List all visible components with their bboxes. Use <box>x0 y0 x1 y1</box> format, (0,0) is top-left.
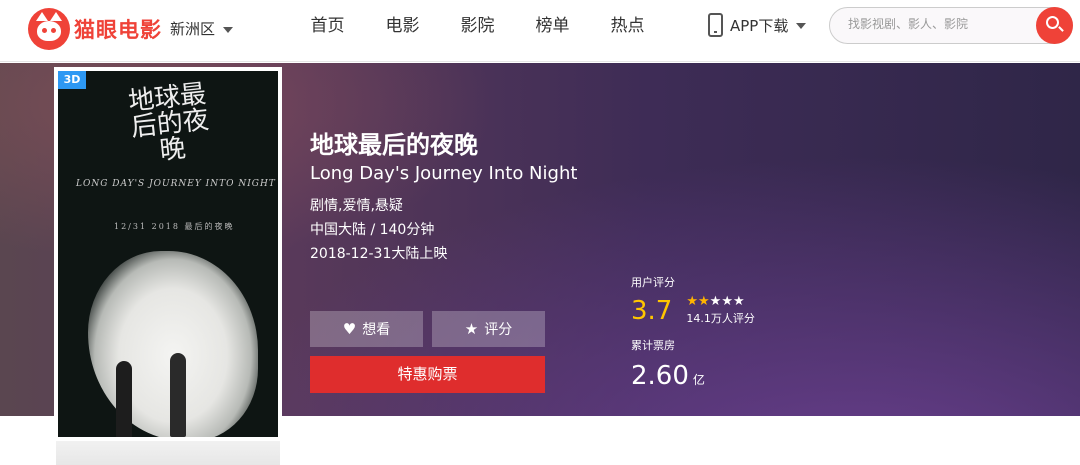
poster-figure-woman <box>170 353 186 437</box>
3d-badge: 3D <box>58 71 86 89</box>
movie-genres: 剧情,爱情,悬疑 <box>310 198 403 214</box>
top-header: 猫眼电影 新洲区 首页 电影 影院 榜单 热点 APP下载 <box>0 0 1080 62</box>
app-download-menu[interactable]: APP下载 <box>708 13 807 37</box>
nav-home[interactable]: 首页 <box>290 0 365 62</box>
rate-label: 评分 <box>484 322 513 338</box>
phone-icon <box>708 13 723 37</box>
maoyan-logo[interactable]: 猫眼电影 <box>28 8 162 50</box>
star-icon: ★ <box>698 294 710 309</box>
city-label: 新洲区 <box>170 20 216 38</box>
action-buttons: ♥ 想看 ★ 评分 <box>310 311 554 347</box>
nav-cinemas[interactable]: 影院 <box>440 0 515 62</box>
search-input[interactable] <box>848 17 1028 31</box>
rating-score: 3.7 <box>631 296 673 326</box>
poster-english-title: LONG DAY'S JOURNEY INTO NIGHT <box>76 179 276 189</box>
movie-poster[interactable]: 3D 地球最后的夜晚 LONG DAY'S JOURNEY INTO NIGHT… <box>54 67 282 441</box>
nav-rankings[interactable]: 榜单 <box>515 0 590 62</box>
search-button[interactable] <box>1036 7 1073 44</box>
buy-ticket-button[interactable]: 特惠购票 <box>310 356 545 393</box>
poster-shadow <box>56 437 280 465</box>
box-office-label: 累计票房 <box>631 339 675 352</box>
star-icon: ★ <box>686 294 699 309</box>
star-icon: ★ <box>709 294 722 309</box>
search-box <box>829 7 1073 44</box>
heart-icon: ♥ <box>342 320 357 338</box>
poster-figure-man <box>116 361 132 437</box>
poster-title-art: 地球最后的夜晚 <box>126 79 211 167</box>
box-office-row: 2.60 亿 <box>631 361 755 391</box>
movie-region-duration: 中国大陆 / 140分钟 <box>310 222 435 238</box>
rating-stars: ★ ★ ★ ★ ★ <box>686 295 755 309</box>
movie-info: 地球最后的夜晚 Long Day's Journey Into Night 剧情… <box>310 130 577 266</box>
want-label: 想看 <box>362 322 391 338</box>
rating-row: 3.7 ★ ★ ★ ★ ★ 14.1万人评分 <box>631 295 755 327</box>
nav-movies[interactable]: 电影 <box>365 0 440 62</box>
movie-release-date: 2018-12-31大陆上映 <box>310 246 448 262</box>
user-rating-label: 用户评分 <box>631 276 675 289</box>
movie-title-cn: 地球最后的夜晚 <box>310 131 478 159</box>
city-selector[interactable]: 新洲区 <box>170 18 234 39</box>
want-to-see-button[interactable]: ♥ 想看 <box>310 311 423 347</box>
star-icon: ★ <box>721 294 733 309</box>
poster-date: 12/31 2018 最后的夜晚 <box>114 222 235 231</box>
star-icon: ★ <box>732 294 745 309</box>
movie-title-en: Long Day's Journey Into Night <box>310 163 578 184</box>
chevron-down-icon <box>796 23 807 29</box>
main-nav: 首页 电影 影院 榜单 热点 <box>290 0 665 62</box>
star-icon: ★ <box>464 320 479 338</box>
logo-text: 猫眼电影 <box>74 18 162 42</box>
movie-stats: 用户评分 3.7 ★ ★ ★ ★ ★ 14.1万人评分 累计票房 2.60 亿 <box>631 275 755 391</box>
cat-logo-icon <box>28 8 70 50</box>
box-office-value: 2.60 <box>631 361 689 391</box>
chevron-down-icon <box>223 26 234 33</box>
app-download-label: APP下载 <box>730 16 789 35</box>
rating-count: 14.1万人评分 <box>686 312 755 325</box>
nav-hot[interactable]: 热点 <box>590 0 665 62</box>
box-office-unit: 亿 <box>692 373 705 387</box>
rate-button[interactable]: ★ 评分 <box>432 311 545 347</box>
